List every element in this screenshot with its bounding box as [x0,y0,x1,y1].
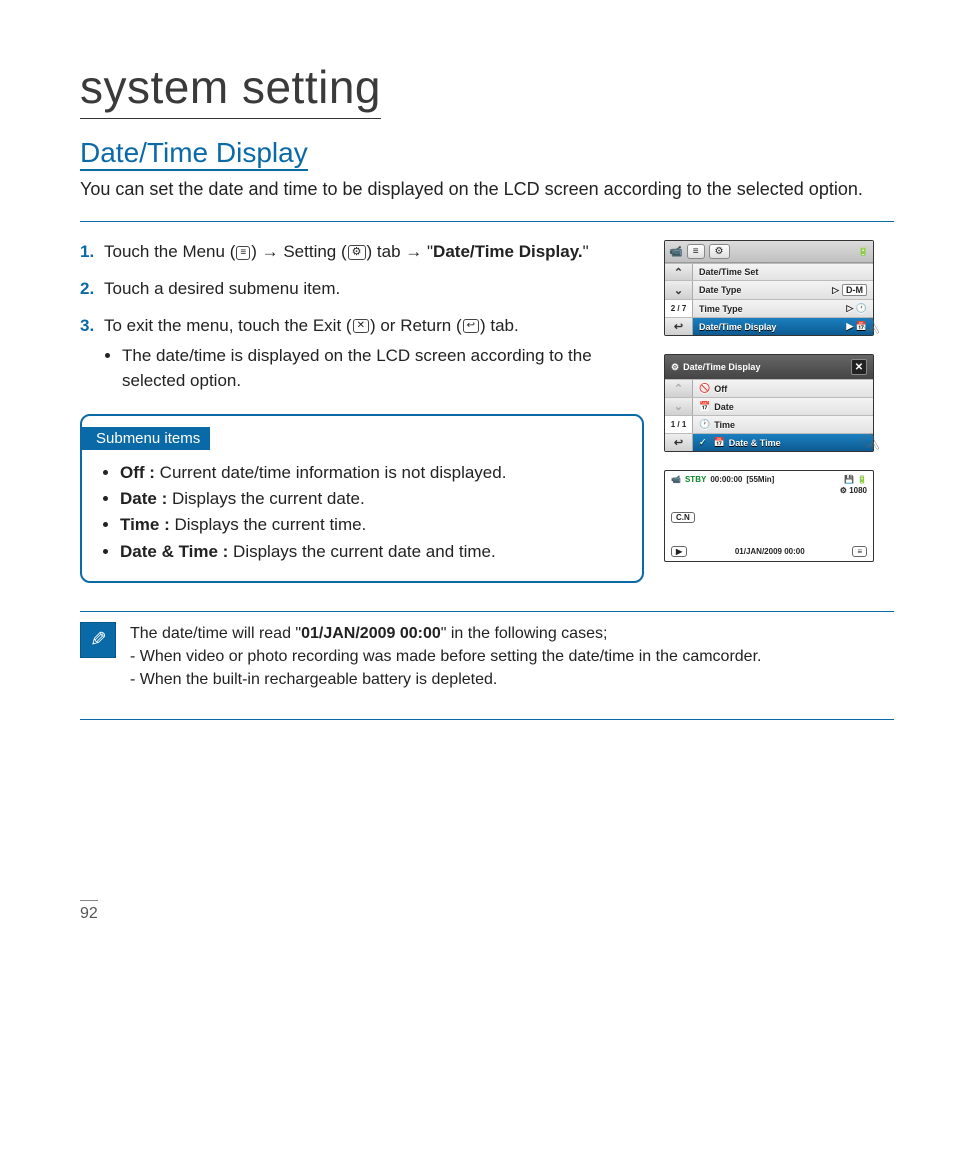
section-header: Date/Time Display [80,137,308,171]
step-number: 3. [80,314,104,394]
cn-badge: C.N [671,512,695,523]
return-button[interactable]: ↩ [665,318,693,335]
option-time[interactable]: 🕐 Time [693,416,873,433]
step-text: Touch the Menu ( [104,242,235,261]
option-date[interactable]: 📅 Date [693,398,873,415]
note-lead-end: " in the following cases; [441,625,608,642]
submenu-label: Off : [120,463,155,482]
page-counter: 1 / 1 [665,416,693,433]
return-icon [463,319,479,333]
step-text: ) [251,242,261,261]
step-number: 2. [80,277,104,302]
option-datetime-selected[interactable]: 📅 Date & Time [693,434,873,451]
resolution-badge: ⚙ 1080 [840,486,867,495]
submenu-item: Off : Current date/time information is n… [120,460,626,486]
menu-icon [236,246,250,260]
note-icon [80,622,116,658]
page-counter: 2 / 7 [665,300,693,317]
page-number: 92 [80,900,98,923]
divider [80,221,894,222]
step-text: " [583,242,589,261]
page-title: system setting [80,60,381,119]
divider [80,719,894,720]
scroll-down-button[interactable]: ⌄ [665,281,693,299]
step-text: Setting ( [283,242,346,261]
submenu-desc: Current date/time information is not dis… [155,463,507,482]
submenu-label: Date & Time : [120,542,228,561]
menu-item-selected[interactable]: Date/Time Display▶ 📅 [693,318,873,335]
submenu-item: Date : Displays the current date. [120,486,626,512]
scroll-down-button: ⌄ [665,398,693,415]
note-lead: The date/time will read " [130,625,301,642]
battery-icon: 🔋 [857,475,867,484]
camcorder-icon: 📹 [669,245,683,258]
card-icon: 💾 [844,475,854,484]
datetime-stamp: 01/JAN/2009 00:00 [735,547,805,556]
note-line: When the built-in rechargeable battery i… [140,668,498,691]
scroll-up-button: ⌃ [665,380,693,397]
close-button[interactable]: ✕ [851,359,867,375]
settings-tab[interactable]: ⚙ [709,244,730,259]
submenu-desc: Displays the current date and time. [228,542,495,561]
lcd-screenshot-menu: 📹 ≡ ⚙ 🔋 ⌃ Date/Time Set ⌄ Date Type▷ D-M… [664,240,874,336]
remaining-time: [55Min] [746,475,774,484]
note-block: The date/time will read "01/JAN/2009 00:… [80,622,894,692]
scroll-up-button[interactable]: ⌃ [665,264,693,280]
elapsed-time: 00:00:00 [710,475,742,484]
menu-item[interactable]: Date/Time Set [693,264,873,280]
gear-icon: ⚙ [671,362,679,373]
option-off[interactable]: 🚫 Off [693,380,873,397]
submenu-title: Date/Time Display [683,362,760,372]
note-bold: 01/JAN/2009 00:00 [301,625,441,642]
menu-item[interactable]: Date Type▷ D-M [693,281,873,299]
submenu-item: Date & Time : Displays the current date … [120,539,626,565]
submenu-desc: Displays the current time. [170,515,367,534]
divider [80,611,894,612]
submenu-badge: Submenu items [82,427,210,450]
arrow-icon [262,242,284,261]
play-button[interactable]: ▶ [671,546,687,557]
submenu-label: Time : [120,515,170,534]
battery-icon: 🔋 [858,246,869,257]
stby-label: STBY [685,475,706,484]
step-text: ) or Return ( [370,316,462,335]
step-text: ) tab. [480,316,519,335]
menu-button[interactable]: ≡ [852,546,867,557]
gear-icon [348,245,366,260]
menu-item[interactable]: Time Type▷ 🕐 [693,300,873,317]
steps-list: 1. Touch the Menu () Setting ( ) tab "Dat… [80,240,644,393]
submenu-desc: Displays the current date. [167,489,364,508]
lcd-screenshot-submenu: ⚙ Date/Time Display ✕ ⌃ 🚫 Off ⌄ 📅 Date 1… [664,354,874,452]
submenu-box: Submenu items Off : Current date/time in… [80,414,644,583]
step-bold: Date/Time Display. [433,242,583,261]
step-body: Touch a desired submenu item. [104,277,644,302]
return-button[interactable]: ↩ [665,434,693,451]
step-sub-bullet: The date/time is displayed on the LCD sc… [122,344,644,393]
arrow-icon [405,242,427,261]
step-text: To exit the menu, touch the Exit ( [104,316,352,335]
submenu-label: Date : [120,489,167,508]
note-line: When video or photo recording was made b… [140,645,762,668]
close-icon [353,319,369,333]
step-body: Touch the Menu () Setting ( ) tab "Date/T… [104,240,644,265]
intro-text: You can set the date and time to be disp… [80,177,894,201]
step-number: 1. [80,240,104,265]
lcd-screenshot-live: 📹 STBY 00:00:00 [55Min] 💾 🔋 ⚙ 1080 C.N [664,470,874,562]
step-body: To exit the menu, touch the Exit ( ) or R… [104,314,644,394]
step-text: ) tab [367,242,406,261]
menu-tab[interactable]: ≡ [687,244,705,259]
camcorder-icon: 📹 [671,475,681,484]
submenu-item: Time : Displays the current time. [120,512,626,538]
